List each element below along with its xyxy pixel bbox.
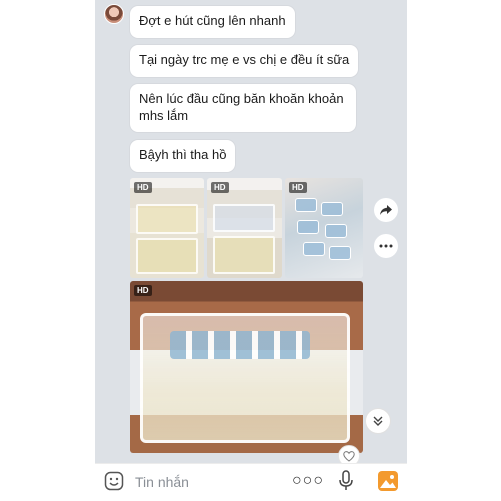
photo-freezer-1[interactable]: HD: [130, 178, 204, 278]
hd-badge: HD: [211, 182, 229, 193]
message-text: Nên lúc đầu cũng băn khoăn khoản mhs lắm: [139, 91, 344, 123]
message-bubble[interactable]: Đợt e hút cũng lên nhanh: [130, 6, 295, 38]
freezer-drawer: [213, 236, 275, 274]
hd-badge: HD: [289, 182, 307, 193]
more-dots-icon: [379, 244, 393, 248]
milk-bag: [303, 242, 325, 256]
photo-milk-bags[interactable]: HD: [285, 178, 363, 278]
milk-bag: [329, 246, 351, 260]
message-text: Tại ngày trc mẹ e vs chị e đều ít sữa: [139, 52, 350, 67]
message-input-bar: Tin nhắn ○○○: [95, 463, 407, 501]
message-text: Bậyh thì tha hồ: [139, 147, 227, 162]
heart-icon: [343, 450, 355, 462]
message-bubble[interactable]: Nên lúc đầu cũng băn khoăn khoản mhs lắm: [130, 84, 356, 132]
milk-bag: [295, 198, 317, 212]
milk-bag: [321, 202, 343, 216]
milk-bag: [297, 220, 319, 234]
milk-bag-row: [170, 331, 310, 359]
more-options-button[interactable]: [374, 234, 398, 258]
photo-milk-drawer[interactable]: HD: [130, 281, 363, 453]
photo-freezer-2[interactable]: HD: [207, 178, 282, 278]
gallery-icon[interactable]: [377, 470, 399, 492]
scroll-to-bottom-button[interactable]: [365, 408, 391, 434]
message-bubble[interactable]: Bậyh thì tha hồ: [130, 140, 236, 172]
message-text: Đợt e hút cũng lên nhanh: [139, 13, 286, 28]
message-input[interactable]: Tin nhắn: [135, 474, 189, 490]
hd-badge: HD: [134, 285, 152, 296]
double-chevron-down-icon: [373, 416, 383, 426]
message-bubble[interactable]: Tại ngày trc mẹ e vs chị e đều ít sữa: [130, 45, 359, 77]
microphone-icon[interactable]: [338, 470, 354, 492]
freezer-drawer: [136, 238, 198, 274]
emoji-icon[interactable]: [104, 471, 124, 491]
hd-badge: HD: [134, 182, 152, 193]
freezer-drawer: [136, 204, 198, 234]
avatar[interactable]: [104, 4, 124, 24]
freezer-drawer: [213, 204, 275, 232]
share-arrow-icon: [380, 205, 392, 215]
milk-bag: [325, 224, 347, 238]
share-button[interactable]: [374, 198, 398, 222]
more-actions-button[interactable]: ○○○: [292, 472, 324, 490]
